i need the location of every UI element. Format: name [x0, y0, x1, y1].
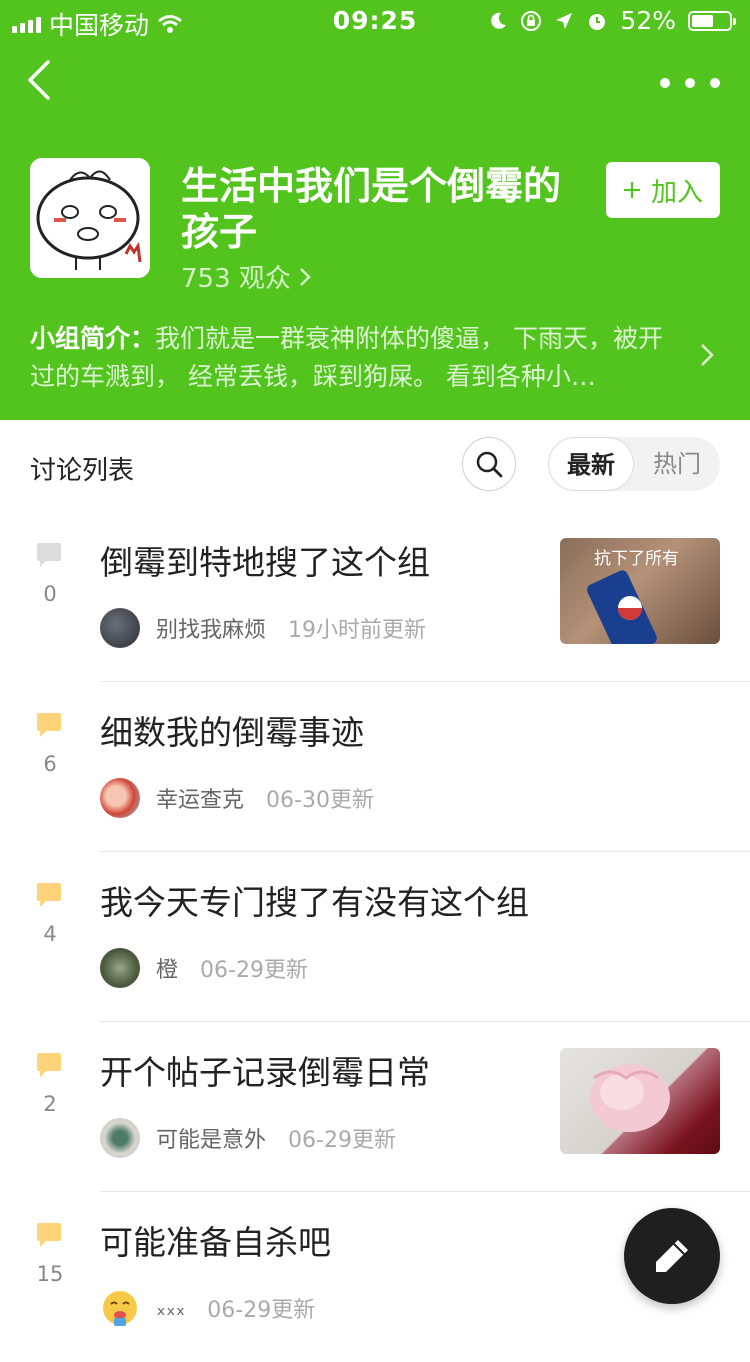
- sort-hot-tab[interactable]: 热门: [634, 437, 720, 491]
- search-button[interactable]: [462, 437, 516, 491]
- battery-icon: [688, 10, 736, 31]
- list-title: 讨论列表: [30, 456, 135, 486]
- group-title: 生活中我们是个倒霉的孩子: [181, 164, 562, 254]
- thumbnail-caption: 抗下了所有: [594, 549, 679, 569]
- comment-bubble-icon: [37, 1223, 61, 1247]
- author-name[interactable]: 橙: [156, 952, 178, 984]
- group-header: 中国移动 09:25 52% 生活中我们是个倒霉的孩子 753 观众 加入 小组…: [0, 0, 750, 420]
- avatar[interactable]: [100, 1118, 140, 1158]
- author-row: 橙 06-29更新: [100, 948, 308, 988]
- audience-count: 753 观众: [181, 264, 291, 294]
- author-name[interactable]: 幸运查克: [156, 782, 244, 814]
- avatar[interactable]: [100, 948, 140, 988]
- alarm-icon: [589, 13, 606, 30]
- list-item[interactable]: 6 细数我的倒霉事迹 幸运查克 06-30更新: [0, 682, 750, 852]
- group-avatar: [30, 158, 150, 278]
- group-intro[interactable]: 小组简介：我们就是一群衰神附体的傻逼， 下雨天，被开过的车溅到， 经常丢钱，踩到…: [30, 320, 680, 396]
- author-name[interactable]: ₓₓₓ: [156, 1296, 185, 1321]
- author-row: ₓₓₓ 06-29更新: [100, 1288, 315, 1328]
- avatar[interactable]: [100, 608, 140, 648]
- chevron-left-icon: [28, 60, 50, 100]
- more-button[interactable]: [660, 68, 720, 98]
- author-row: 别找我麻烦 19小时前更新: [100, 608, 426, 648]
- plus-icon: [623, 182, 640, 198]
- list-item[interactable]: 2 开个帖子记录倒霉日常 可能是意外 06-29更新: [0, 1022, 750, 1192]
- reply-count: 2: [43, 1092, 57, 1116]
- reply-count: 15: [36, 1262, 64, 1286]
- update-time: 06-30更新: [266, 788, 374, 813]
- more-dot-icon: [685, 78, 695, 88]
- moon-icon: [491, 12, 507, 29]
- search-icon: [476, 451, 503, 478]
- pencil-icon: [656, 1240, 688, 1272]
- more-dot-icon: [710, 78, 720, 88]
- update-time: 06-29更新: [200, 958, 308, 983]
- post-title: 倒霉到特地搜了这个组: [100, 543, 430, 582]
- post-thumbnail[interactable]: 抗下了所有: [560, 538, 720, 644]
- post-thumbnail[interactable]: [560, 1048, 720, 1154]
- emoji-face-icon: [103, 1291, 137, 1326]
- reply-count: 4: [43, 922, 57, 946]
- discussion-list-header: 讨论列表 最新 热门: [0, 420, 750, 512]
- author-name[interactable]: 别找我麻烦: [156, 612, 266, 644]
- list-item[interactable]: 0 倒霉到特地搜了这个组 别找我麻烦 19小时前更新 抗下了所有: [0, 512, 750, 682]
- avatar[interactable]: [100, 1288, 140, 1328]
- back-button[interactable]: [24, 58, 68, 114]
- sort-toggle: 最新 热门: [548, 437, 720, 491]
- list-item[interactable]: 4 我今天专门搜了有没有这个组 橙 06-29更新: [0, 852, 750, 1022]
- compose-button[interactable]: [624, 1208, 720, 1304]
- avatar[interactable]: [100, 778, 140, 818]
- intro-label: 小组简介：: [30, 324, 156, 353]
- status-bar: 中国移动 09:25 52%: [0, 0, 750, 42]
- audience-link[interactable]: 753 观众: [181, 258, 311, 295]
- location-icon: [556, 12, 573, 29]
- author-row: 幸运查克 06-30更新: [100, 778, 374, 818]
- join-label: 加入: [650, 177, 703, 208]
- comment-bubble-icon: [37, 1053, 61, 1077]
- comment-bubble-icon: [37, 713, 61, 737]
- post-title: 开个帖子记录倒霉日常: [100, 1053, 430, 1092]
- update-time: 06-29更新: [207, 1298, 316, 1323]
- reply-count: 0: [43, 582, 57, 606]
- join-button[interactable]: 加入: [606, 162, 720, 218]
- sort-latest-tab[interactable]: 最新: [548, 437, 634, 491]
- post-title: 细数我的倒霉事迹: [100, 713, 364, 752]
- cartoon-face-icon: [30, 158, 150, 278]
- comment-bubble-icon: [37, 883, 61, 907]
- lace-fabric-image: [590, 1064, 670, 1132]
- more-dot-icon: [660, 78, 670, 88]
- update-time: 06-29更新: [288, 1128, 396, 1153]
- reply-count: 6: [43, 752, 57, 776]
- chevron-right-icon[interactable]: [700, 343, 714, 367]
- comment-bubble-icon: [37, 543, 61, 567]
- author-row: 可能是意外 06-29更新: [100, 1118, 396, 1158]
- battery-percent: 52%: [620, 6, 676, 35]
- update-time: 19小时前更新: [288, 618, 427, 643]
- post-title: 可能准备自杀吧: [100, 1223, 331, 1262]
- rotation-lock-icon: [521, 10, 542, 31]
- post-title: 我今天专门搜了有没有这个组: [100, 883, 529, 922]
- author-name[interactable]: 可能是意外: [156, 1122, 266, 1154]
- chevron-right-icon: [300, 267, 311, 286]
